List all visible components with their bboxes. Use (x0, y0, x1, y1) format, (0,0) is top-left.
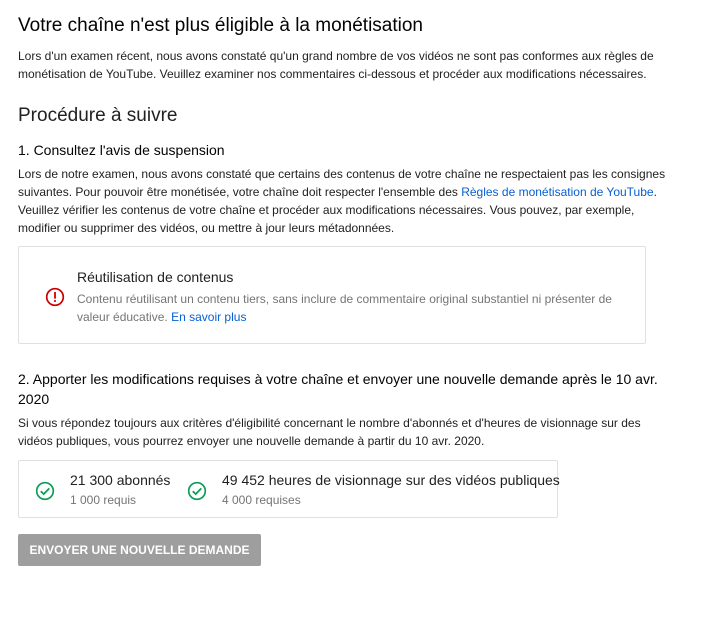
step-2-title: 2. Apporter les modifications requises à… (18, 369, 658, 409)
subscribers-required: 1 000 requis (70, 493, 137, 507)
procedure-heading: Procédure à suivre (18, 105, 178, 126)
step-2-paragraph: Si vous répondez toujours aux critères d… (18, 414, 641, 450)
step-1-line-3: Veuillez vérifier les contenus de votre … (18, 203, 635, 217)
suspension-reason-card: Réutilisation de contenus Contenu réutil… (18, 246, 646, 344)
step-1-line-1: Lors de notre examen, nous avons constat… (18, 167, 666, 181)
step-1-line-2: suivantes. Pour pouvoir être monétisée, … (18, 185, 462, 199)
alert-circle-icon (45, 287, 65, 307)
step-1-line-2-end: . (653, 185, 657, 199)
intro-line-2: monétisation de YouTube. Veuillez examin… (18, 67, 647, 81)
step-2-title-line-2: 2020 (18, 391, 50, 407)
check-circle-icon (187, 481, 207, 501)
eligibility-stats-card: 21 300 abonnés 1 000 requis 49 452 heure… (18, 460, 560, 518)
page-title: Votre chaîne n'est plus éligible à la mo… (18, 15, 423, 36)
step-1-title: 1. Consultez l'avis de suspension (18, 142, 225, 158)
watch-hours-required: 4 000 requises (222, 493, 301, 507)
learn-more-link[interactable]: En savoir plus (171, 310, 246, 324)
subscribers-count: 21 300 abonnés (70, 472, 171, 488)
suspension-reason-description: Contenu réutilisant un contenu tiers, sa… (77, 290, 622, 326)
check-circle-icon (35, 481, 55, 501)
monetization-rules-link[interactable]: Règles de monétisation de YouTube (461, 185, 653, 199)
step-1-paragraph: Lors de notre examen, nous avons constat… (18, 165, 665, 237)
step-2-line-1: Si vous répondez toujours aux critères d… (18, 416, 641, 430)
monetization-page: Votre chaîne n'est plus éligible à la mo… (0, 0, 719, 625)
submit-new-request-button[interactable]: ENVOYER UNE NOUVELLE DEMANDE (18, 534, 261, 566)
intro-line-1: Lors d'un examen récent, nous avons cons… (18, 49, 654, 63)
step-1-line-4: modifier ou supprimer des vidéos, ou met… (18, 221, 395, 235)
intro-paragraph: Lors d'un examen récent, nous avons cons… (18, 47, 654, 83)
suspension-reason-title: Réutilisation de contenus (77, 269, 234, 285)
suspension-reason-desc-line-1: Contenu réutilisant un contenu tiers, sa… (77, 292, 612, 306)
step-2-title-line-1: 2. Apporter les modifications requises à… (18, 371, 658, 387)
step-2-line-2: vidéos publiques, vous pourrez envoyer u… (18, 434, 485, 448)
watch-hours-count: 49 452 heures de visionnage sur des vidé… (222, 472, 560, 488)
suspension-reason-desc-line-2: valeur éducative. (77, 310, 168, 324)
